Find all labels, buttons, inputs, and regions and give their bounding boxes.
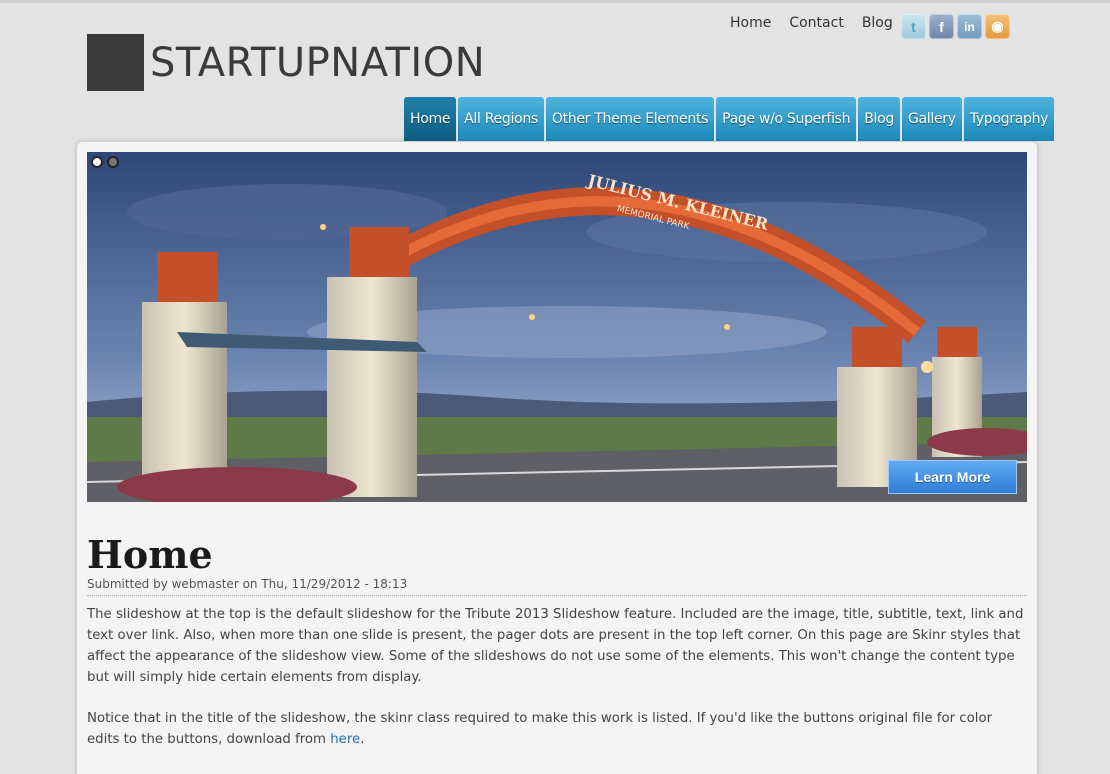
social-icons: t f in ◉ (901, 14, 1010, 39)
site-logo[interactable]: STARTUPNATION (87, 34, 485, 91)
slide-image: JULIUS M. KLEINER MEMORIAL PARK (87, 152, 1027, 502)
nav-item-blog[interactable]: Blog (858, 97, 900, 141)
top-link-home[interactable]: Home (730, 15, 771, 31)
pager-dot-1[interactable] (91, 156, 103, 168)
paragraph-2-end: . (360, 732, 365, 747)
facebook-icon[interactable]: f (929, 14, 954, 39)
nav-item-typography[interactable]: Typography (963, 97, 1055, 141)
article-body: The slideshow at the top is the default … (87, 604, 1027, 770)
nav-item-gallery[interactable]: Gallery (901, 97, 962, 141)
paragraph-1: The slideshow at the top is the default … (87, 607, 1024, 685)
paragraph-2-text: Notice that in the title of the slidesho… (87, 711, 993, 747)
pager-dot-2[interactable] (107, 156, 119, 168)
paragraph-2: Notice that in the title of the slidesho… (87, 708, 1027, 750)
nav-item-other-theme-elements[interactable]: Other Theme Elements (545, 97, 715, 141)
top-link-blog[interactable]: Blog (862, 15, 893, 31)
submitted-by: Submitted by webmaster on Thu, 11/29/201… (87, 577, 1027, 596)
page-title: Home (87, 532, 213, 577)
linkedin-icon[interactable]: in (957, 14, 982, 39)
logo-text: STARTUPNATION (150, 39, 486, 86)
nav-item-page-wo-superfish[interactable]: Page w/o Superfish (716, 97, 857, 141)
rss-icon[interactable]: ◉ (985, 14, 1010, 39)
main-nav: Home All Regions Other Theme Elements Pa… (404, 97, 1055, 141)
main-content-panel: JULIUS M. KLEINER MEMORIAL PARK Learn Mo… (76, 141, 1038, 774)
twitter-icon[interactable]: t (901, 14, 926, 39)
slideshow[interactable]: JULIUS M. KLEINER MEMORIAL PARK Learn Mo… (87, 152, 1027, 502)
nav-item-home[interactable]: Home (404, 97, 457, 141)
top-links: Home Contact Blog (730, 15, 911, 31)
slideshow-pager (91, 156, 119, 168)
logo-mark (87, 34, 144, 91)
download-link[interactable]: here (330, 732, 360, 747)
learn-more-button[interactable]: Learn More (888, 460, 1017, 494)
top-link-contact[interactable]: Contact (789, 15, 843, 31)
nav-item-all-regions[interactable]: All Regions (458, 97, 544, 141)
